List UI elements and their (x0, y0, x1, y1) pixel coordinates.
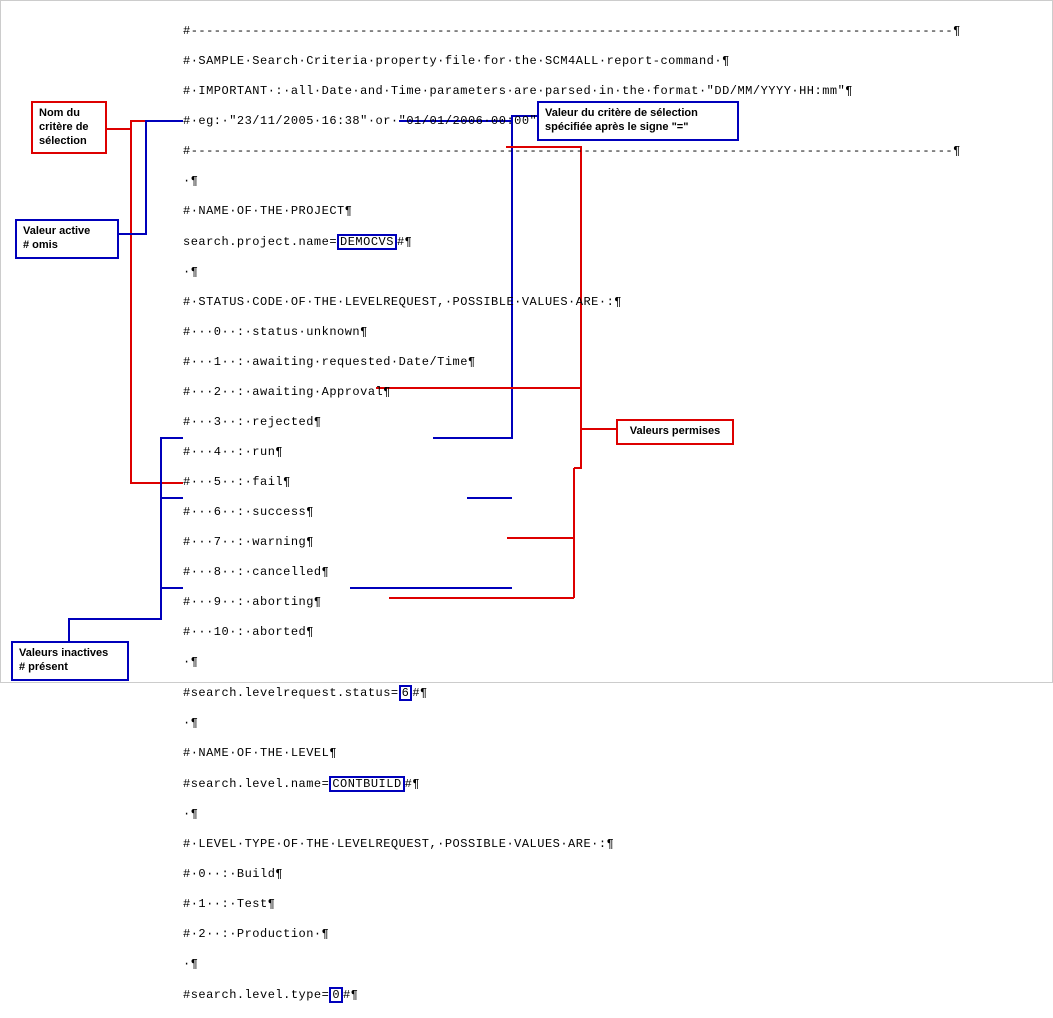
line: #·SAMPLE·Search·Criteria·property·file·f… (183, 54, 961, 69)
value-project-name: DEMOCVS (337, 234, 397, 250)
line: #---------------------------------------… (183, 144, 961, 159)
line: #···8··:·cancelled¶ (183, 565, 961, 580)
value-lr-status: 6 (399, 685, 413, 701)
line: ·¶ (183, 957, 961, 972)
line: #···5··:·fail¶ (183, 475, 961, 490)
line: #···9··:·aborting¶ (183, 595, 961, 610)
line: ·¶ (183, 655, 961, 670)
line: ·¶ (183, 807, 961, 822)
line: #·LEVEL·TYPE·OF·THE·LEVELREQUEST,·POSSIB… (183, 837, 961, 852)
value-level-name: CONTBUILD (329, 776, 404, 792)
line: ·¶ (183, 716, 961, 731)
code-block: #---------------------------------------… (183, 9, 961, 1018)
line: #·0··:·Build¶ (183, 867, 961, 882)
line: #···3··:·rejected¶ (183, 415, 961, 430)
line: #···7··:·warning¶ (183, 535, 961, 550)
line: #···1··:·awaiting·requested·Date/Time¶ (183, 355, 961, 370)
callout-valeurs-permises: Valeurs permises (616, 419, 734, 445)
line: #···4··:·run¶ (183, 445, 961, 460)
line: #---------------------------------------… (183, 24, 961, 39)
callout-nom-critere: Nom ducritère desélection (31, 101, 107, 154)
line: ·¶ (183, 265, 961, 280)
line: #·NAME·OF·THE·LEVEL¶ (183, 746, 961, 761)
line: #search.level.type=0#¶ (183, 987, 961, 1003)
line: #·2··:·Production·¶ (183, 927, 961, 942)
line: #·NAME·OF·THE·PROJECT¶ (183, 204, 961, 219)
line: #search.levelrequest.status=6#¶ (183, 685, 961, 701)
line: #···10·:·aborted¶ (183, 625, 961, 640)
callout-valeurs-inactives: Valeurs inactives# présent (11, 641, 129, 681)
line: #·1··:·Test¶ (183, 897, 961, 912)
line: #···0··:·status·unknown¶ (183, 325, 961, 340)
line: search.project.name=DEMOCVS#¶ (183, 234, 961, 250)
line: ·¶ (183, 174, 961, 189)
line: #search.level.name=CONTBUILD#¶ (183, 776, 961, 792)
line: #···6··:·success¶ (183, 505, 961, 520)
line: #·IMPORTANT·:·all·Date·and·Time·paramete… (183, 84, 961, 99)
value-level-type: 0 (329, 987, 343, 1003)
line: #·STATUS·CODE·OF·THE·LEVELREQUEST,·POSSI… (183, 295, 961, 310)
callout-valeur-active: Valeur active# omis (15, 219, 119, 259)
callout-valeur-critere: Valeur du critère de sélectionspécifiée … (537, 101, 739, 141)
line: #···2··:·awaiting·Approval¶ (183, 385, 961, 400)
